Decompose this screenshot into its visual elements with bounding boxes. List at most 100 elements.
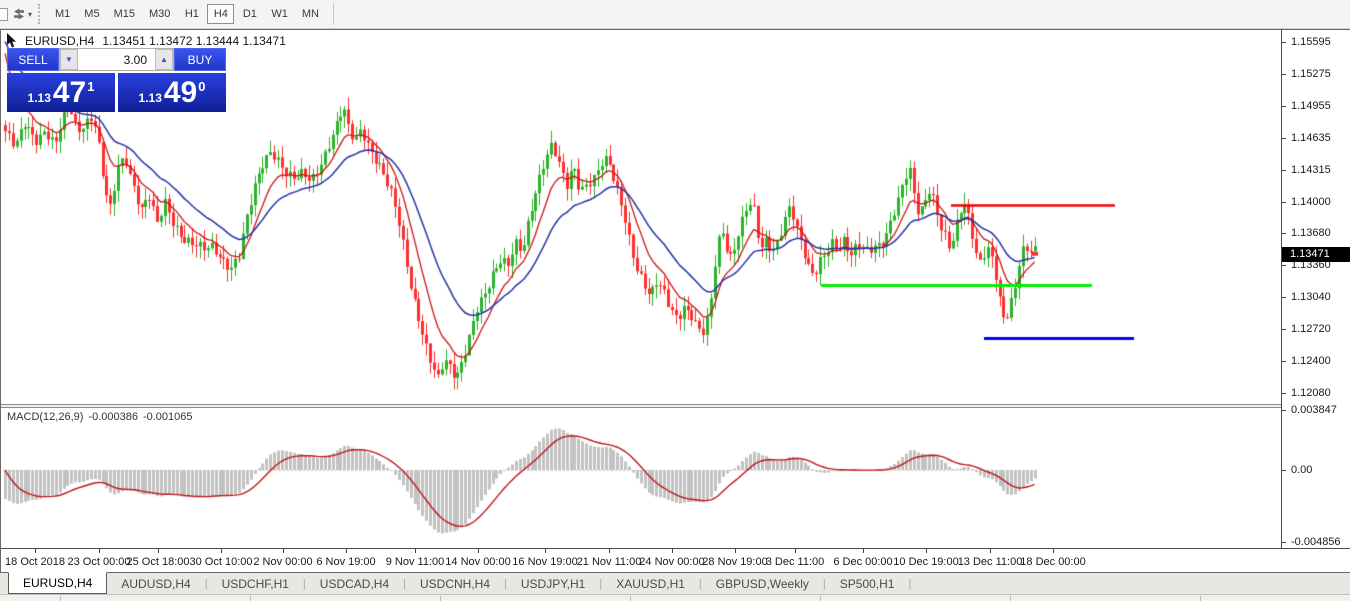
price-axis-tick (1282, 138, 1286, 139)
time-axis-label: 9 Nov 11:00 (386, 556, 445, 568)
price-axis-label: 1.12720 (1291, 323, 1331, 335)
time-axis-tick (795, 549, 796, 553)
time-axis-tick (609, 549, 610, 553)
time-axis-tick (478, 549, 479, 553)
price-axis-label: 1.14955 (1291, 100, 1331, 112)
price-axis[interactable]: 1.15595 1.15275 1.14955 1.14635 1.14315 1.140… (1281, 30, 1350, 548)
toolbar-grip[interactable] (38, 4, 45, 24)
price-axis-label: 1.13040 (1291, 291, 1331, 303)
dropdown-caret-icon[interactable]: ▾ (28, 10, 32, 19)
tile-windows-icon[interactable] (10, 6, 28, 22)
price-axis-tick (1282, 170, 1286, 171)
price-axis-label: 1.12080 (1291, 387, 1331, 399)
chart-ohlc-values: 1.13451 1.13472 1.13444 1.13471 (102, 34, 286, 48)
top-toolbar: ▾ M1M5M15M30H1H4D1W1MN (0, 0, 1350, 29)
timeframe-button-mn[interactable]: MN (296, 4, 325, 24)
volume-increase-button[interactable]: ▲ (155, 49, 173, 70)
bottom-scrollbar-strip[interactable] (0, 594, 1350, 600)
macd-indicator-label: MACD(12,26,9)-0.000386-0.001065 (7, 411, 198, 423)
price-axis-label: 1.14000 (1291, 196, 1331, 208)
time-axis-tick (158, 549, 159, 553)
time-axis[interactable]: 18 Oct 201823 Oct 00:0025 Oct 18:0030 Oc… (1, 548, 1350, 573)
price-axis-tick (1282, 42, 1286, 43)
macd-axis-label: 0.003847 (1291, 404, 1337, 416)
volume-decrease-button[interactable]: ▼ (60, 49, 78, 70)
time-axis-label: 13 Dec 11:00 (958, 556, 1023, 568)
sell-button[interactable]: SELL (7, 48, 59, 71)
timeframe-button-m30[interactable]: M30 (143, 4, 176, 24)
time-axis-label: 6 Nov 19:00 (316, 556, 375, 568)
macd-axis-label: 0.00 (1291, 464, 1312, 476)
time-axis-tick (545, 549, 546, 553)
scrollbar-notch (440, 596, 441, 601)
time-axis-tick (863, 549, 864, 553)
chart-symbol-label: EURUSD,H4 (25, 34, 94, 48)
time-axis-tick (1053, 549, 1054, 553)
volume-input[interactable]: 3.00 (78, 49, 155, 70)
tab-separator: | (908, 573, 911, 594)
time-axis-label: 18 Dec 00:00 (1020, 556, 1085, 568)
symbol-tab-sp500-h1[interactable]: SP500,H1 (826, 573, 909, 594)
time-axis-label: 30 Oct 10:00 (190, 556, 253, 568)
timeframe-button-w1[interactable]: W1 (265, 4, 294, 24)
time-axis-label: 14 Nov 00:00 (445, 556, 510, 568)
price-axis-label: 1.12400 (1291, 355, 1331, 367)
scrollbar-notch (1010, 596, 1011, 601)
ask-price-display[interactable]: 1.13 49 0 (118, 73, 226, 112)
time-axis-tick (926, 549, 927, 553)
symbol-tab-usdcnh-h4[interactable]: USDCNH,H4 (406, 573, 504, 594)
price-axis-tick (1282, 233, 1286, 234)
scrollbar-notch (60, 596, 61, 601)
timeframe-button-m15[interactable]: M15 (108, 4, 141, 24)
time-axis-label: 25 Oct 18:00 (127, 556, 190, 568)
price-axis-label: 1.15595 (1291, 36, 1331, 48)
symbol-tabs: EURUSD,H4AUDUSD,H4|USDCHF,H1|USDCAD,H4|U… (0, 572, 1350, 594)
time-axis-label: 3 Dec 11:00 (766, 556, 825, 568)
scrollbar-notch (630, 596, 631, 601)
price-axis-label: 1.14315 (1291, 164, 1331, 176)
symbol-tab-audusd-h4[interactable]: AUDUSD,H4 (107, 573, 204, 594)
toolbar-separator (333, 3, 334, 25)
price-axis-label: 1.13680 (1291, 227, 1331, 239)
symbol-tab-usdjpy-h1[interactable]: USDJPY,H1 (507, 573, 599, 594)
timeframe-button-m5[interactable]: M5 (78, 4, 105, 24)
macd-axis-label: -0.004856 (1291, 536, 1341, 548)
time-axis-label: 2 Nov 00:00 (253, 556, 312, 568)
pane-splitter[interactable] (1, 404, 1350, 408)
price-axis-label: 1.15275 (1291, 68, 1331, 80)
time-axis-label: 10 Dec 19:00 (893, 556, 958, 568)
price-axis-tick (1282, 202, 1286, 203)
chart-window: EURUSD,H4 1.13451 1.13472 1.13444 1.13471… (0, 29, 1350, 572)
symbol-tab-usdchf-h1[interactable]: USDCHF,H1 (208, 573, 303, 594)
symbol-tab-usdcad-h4[interactable]: USDCAD,H4 (306, 573, 403, 594)
symbol-tab-xauusd-h1[interactable]: XAUUSD,H1 (602, 573, 699, 594)
timeframe-toolbar: M1M5M15M30H1H4D1W1MN (49, 4, 325, 24)
bid-price-display[interactable]: 1.13 47 1 (7, 73, 115, 112)
macd-chart-canvas[interactable] (3, 408, 1281, 548)
timeframe-button-h1[interactable]: H1 (178, 4, 205, 24)
scrollbar-notch (820, 596, 821, 601)
time-axis-label: 21 Nov 11:00 (577, 556, 642, 568)
symbol-tab-eurusd-h4[interactable]: EURUSD,H4 (8, 572, 107, 594)
chart-title: EURUSD,H4 1.13451 1.13472 1.13444 1.13471 (25, 34, 286, 48)
price-axis-tick (1282, 265, 1286, 266)
time-axis-tick (99, 549, 100, 553)
time-axis-tick (283, 549, 284, 553)
one-click-trading-panel: SELL ▼ 3.00 ▲ BUY 1.13 47 1 1.13 49 0 (7, 48, 226, 112)
price-axis-tick (1282, 74, 1286, 75)
macd-axis-tick (1282, 410, 1286, 411)
time-axis-tick (221, 549, 222, 553)
time-axis-label: 24 Nov 00:00 (639, 556, 704, 568)
macd-axis-tick (1282, 542, 1286, 543)
buy-button[interactable]: BUY (174, 48, 226, 71)
timeframe-button-m1[interactable]: M1 (49, 4, 76, 24)
timeframe-button-h4[interactable]: H4 (207, 4, 234, 24)
macd-name: MACD(12,26,9) (7, 411, 83, 423)
time-axis-tick (35, 549, 36, 553)
time-axis-label: 28 Nov 19:00 (702, 556, 767, 568)
price-axis-label: 1.14635 (1291, 132, 1331, 144)
timeframe-button-d1[interactable]: D1 (236, 4, 263, 24)
symbol-tab-gbpusd-weekly[interactable]: GBPUSD,Weekly (702, 573, 823, 594)
chart-window-icon[interactable] (0, 8, 8, 21)
time-axis-label: 6 Dec 00:00 (833, 556, 892, 568)
